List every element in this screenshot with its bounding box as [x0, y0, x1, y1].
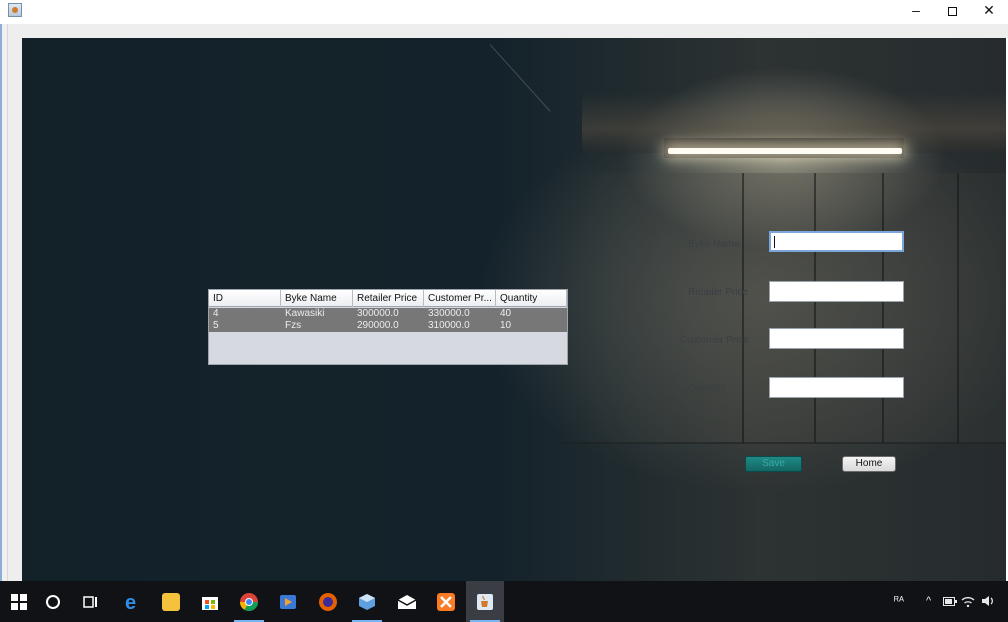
table-cell: Kawasiki [285, 308, 325, 319]
window-titlebar: – ✕ [0, 0, 1008, 24]
windows-taskbar: e ᴿᴬ ^ [0, 581, 1008, 622]
table-header: ID Byke Name Retailer Price Customer Pr.… [209, 290, 567, 307]
taskbar-mail[interactable] [388, 581, 426, 622]
table-cell: 300000.0 [357, 308, 399, 319]
store-bag-icon [202, 596, 218, 610]
customer-price-label: Customer Price [680, 335, 749, 346]
java-coffee-icon [477, 593, 493, 610]
chrome-icon [240, 592, 258, 611]
quantity-field[interactable] [769, 377, 904, 398]
java-app-icon [8, 3, 22, 17]
scene-streak [489, 44, 551, 112]
tray-people-button[interactable]: ᴿᴬ [894, 581, 904, 622]
scene-floor-line [562, 442, 1006, 444]
taskbar-media-player[interactable] [269, 581, 307, 622]
task-view-button[interactable] [72, 581, 110, 622]
scene-wall-seam [882, 173, 884, 443]
wifi-icon [961, 597, 975, 608]
start-button[interactable] [0, 581, 38, 622]
task-view-icon [83, 595, 97, 608]
retailer-price-field[interactable] [769, 281, 904, 302]
taskbar-chrome[interactable] [230, 581, 268, 622]
byke-table[interactable]: ID Byke Name Retailer Price Customer Pr.… [208, 289, 568, 365]
customer-price-field[interactable] [769, 328, 904, 349]
byke-name-field[interactable] [769, 231, 904, 252]
cortana-circle-icon [46, 594, 60, 609]
column-header-byke-name[interactable]: Byke Name [281, 290, 353, 307]
table-cell: 310000.0 [428, 320, 470, 331]
text-caret [774, 236, 775, 248]
svg-text:e: e [125, 592, 136, 612]
scene-wall-seam [742, 173, 744, 443]
tray-volume-icon[interactable] [981, 581, 997, 622]
taskbar-file-explorer[interactable] [152, 581, 190, 622]
table-cell: 40 [500, 308, 512, 319]
battery-icon [943, 596, 957, 606]
tray-overflow-chevron[interactable]: ^ [926, 581, 931, 622]
taskbar-virtualbox[interactable] [348, 581, 386, 622]
table-body: 4 Kawasiki 300000.0 330000.0 40 5 Fzs 29… [209, 308, 567, 332]
firefox-icon [319, 592, 337, 611]
save-button[interactable]: Save [745, 456, 802, 472]
scene-wall-seam [814, 173, 816, 443]
taskbar-firefox[interactable] [309, 581, 347, 622]
speaker-icon [982, 596, 993, 607]
quantity-label: Quantity [688, 383, 726, 394]
scene-wall-seam [957, 173, 959, 443]
taskbar-java-app[interactable] [466, 581, 504, 622]
home-button[interactable]: Home [842, 456, 896, 472]
close-button[interactable]: ✕ [971, 0, 1007, 20]
taskbar-edge[interactable]: e [114, 581, 152, 622]
retailer-price-label: Retailer Price [688, 287, 749, 298]
search-button[interactable] [34, 581, 72, 622]
window-frame-inner [8, 38, 22, 581]
column-header-customer-price[interactable]: Customer Pr... [424, 290, 496, 307]
mail-envelope-icon [397, 594, 417, 609]
window-frame-accent [0, 24, 2, 581]
xampp-icon [437, 592, 455, 611]
table-cell: 4 [213, 308, 219, 319]
table-cell: Fzs [285, 320, 302, 331]
window-frame-top [8, 24, 1008, 38]
cube-icon [359, 593, 375, 610]
tray-battery-icon[interactable] [943, 581, 957, 622]
maximize-button[interactable] [934, 0, 970, 20]
windows-logo-icon [11, 593, 27, 610]
column-header-quantity[interactable]: Quantity [496, 290, 567, 307]
media-player-icon [280, 594, 296, 609]
table-cell: 5 [213, 320, 219, 331]
table-row[interactable]: 5 Fzs 290000.0 310000.0 10 [209, 320, 567, 332]
edge-browser-icon: e [125, 592, 136, 612]
column-header-retailer-price[interactable]: Retailer Price [353, 290, 424, 307]
tray-wifi-icon[interactable] [961, 581, 975, 622]
table-cell: 290000.0 [357, 320, 399, 331]
ceiling-light-tube [668, 148, 902, 154]
table-row[interactable]: 4 Kawasiki 300000.0 330000.0 40 [209, 308, 567, 320]
column-header-id[interactable]: ID [209, 290, 281, 307]
maximize-icon [947, 6, 957, 16]
byke-name-label: Byke Name [688, 239, 740, 250]
table-cell: 10 [500, 320, 512, 331]
scene-wall [562, 173, 1006, 443]
taskbar-xampp[interactable] [427, 581, 465, 622]
taskbar-store[interactable] [191, 581, 229, 622]
minimize-button[interactable]: – [898, 0, 934, 20]
folder-icon [162, 592, 180, 611]
table-cell: 330000.0 [428, 308, 470, 319]
